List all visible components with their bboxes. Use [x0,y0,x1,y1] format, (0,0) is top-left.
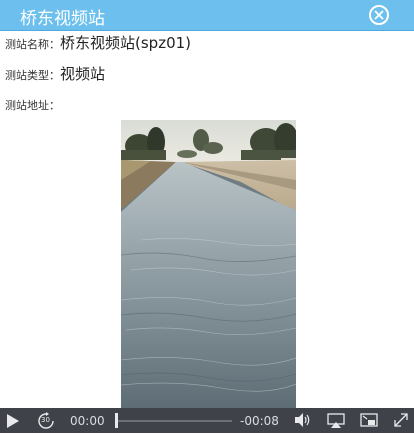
volume-icon[interactable] [294,412,312,432]
fullscreen-icon[interactable] [393,412,409,432]
station-address-row: 测站地址： [5,95,60,113]
player-controls: 30 00:00 -00:08 [0,408,414,433]
station-name-value: 桥东视频站(spz01) [60,34,192,52]
station-address-label: 测站地址： [5,99,60,112]
station-name-row: 测站名称：桥东视频站(spz01) [5,32,191,53]
title-bar: 桥东视频站 [0,0,414,31]
play-icon[interactable] [6,413,20,433]
station-name-label: 测站名称： [5,38,60,51]
close-icon[interactable] [369,5,389,25]
airplay-icon[interactable] [327,413,345,433]
station-type-label: 测站类型： [5,69,60,82]
canal-video-frame [121,120,296,408]
rewind-seconds-label: 30 [41,416,50,424]
seek-handle[interactable] [115,413,118,428]
picture-in-picture-icon[interactable] [360,413,378,432]
video-player[interactable] [121,120,296,408]
current-time: 00:00 [70,414,105,428]
remaining-time: -00:08 [240,414,279,428]
window-title: 桥东视频站 [20,9,105,29]
rewind-30-icon[interactable]: 30 [37,412,55,434]
station-type-row: 测站类型：视频站 [5,63,105,84]
seek-track[interactable] [116,420,232,422]
station-type-value: 视频站 [60,65,106,83]
